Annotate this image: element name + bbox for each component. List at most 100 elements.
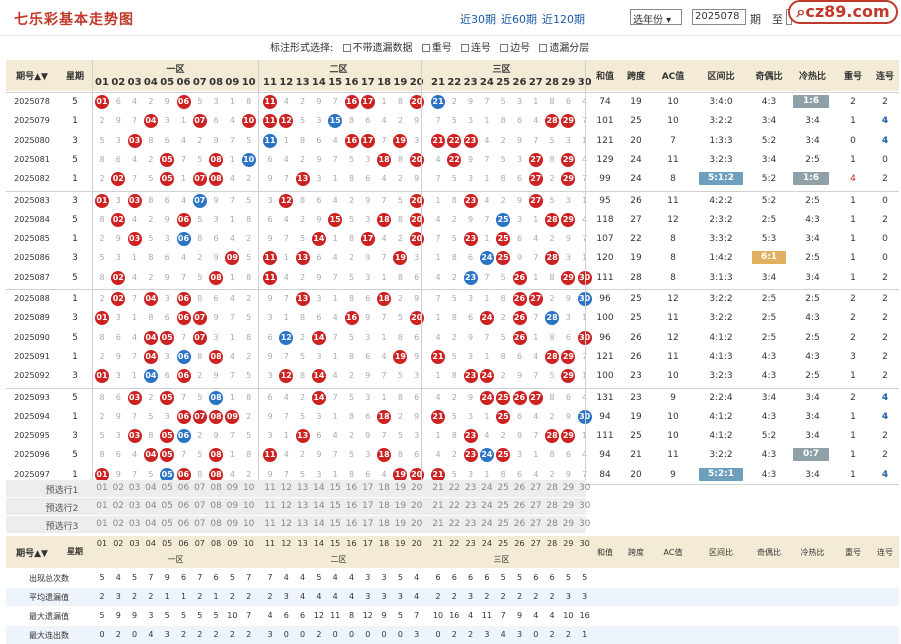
preselect-number[interactable]: 14 <box>311 501 327 511</box>
preselect-number[interactable]: 21 <box>430 501 446 511</box>
preselect-number[interactable]: 13 <box>295 483 311 493</box>
option-no-miss[interactable]: 不带遗漏数据 <box>342 43 413 54</box>
preselect-number[interactable]: 04 <box>143 501 159 511</box>
preselect-number[interactable]: 06 <box>176 519 192 529</box>
preselect-number[interactable]: 29 <box>560 501 576 511</box>
preselect-number[interactable]: 13 <box>295 519 311 529</box>
preselect-number[interactable]: 30 <box>577 483 593 493</box>
preselect-number[interactable]: 17 <box>360 483 376 493</box>
preselect-number[interactable]: 07 <box>192 501 208 511</box>
checkbox-icon[interactable] <box>500 44 509 52</box>
preselect-number[interactable]: 08 <box>208 483 224 493</box>
preselect-number[interactable]: 18 <box>376 501 392 511</box>
preselect-number[interactable]: 27 <box>528 483 544 493</box>
option-consec[interactable]: 连号 <box>460 43 491 54</box>
period-link-30[interactable]: 近30期 <box>460 13 496 26</box>
preselect-number[interactable]: 14 <box>311 519 327 529</box>
preselect-number[interactable]: 08 <box>208 519 224 529</box>
option-repeat[interactable]: 重号 <box>421 43 452 54</box>
preselect-number[interactable]: 19 <box>392 483 408 493</box>
preselect-number[interactable]: 03 <box>127 501 143 511</box>
preselect-number[interactable]: 15 <box>327 519 343 529</box>
preselect-number[interactable]: 02 <box>110 519 126 529</box>
preselect-number[interactable]: 30 <box>577 519 593 529</box>
preselect-number[interactable]: 10 <box>241 483 257 493</box>
preselect-number[interactable]: 28 <box>544 483 560 493</box>
preselect-number[interactable]: 28 <box>544 519 560 529</box>
preselect-number[interactable]: 18 <box>376 519 392 529</box>
preselect-number[interactable]: 08 <box>208 501 224 511</box>
from-period-input[interactable]: 2025078 <box>692 9 746 25</box>
preselect-number[interactable]: 27 <box>528 501 544 511</box>
preselect-number[interactable]: 03 <box>127 483 143 493</box>
preselect-number[interactable]: 05 <box>159 519 175 529</box>
preselect-number[interactable]: 26 <box>512 483 528 493</box>
preselect-number[interactable]: 24 <box>479 519 495 529</box>
preselect-number[interactable]: 23 <box>463 519 479 529</box>
preselect-number[interactable]: 15 <box>327 483 343 493</box>
preselect-number[interactable]: 25 <box>495 483 511 493</box>
preselect-number[interactable]: 20 <box>409 483 425 493</box>
checkbox-icon[interactable] <box>421 44 430 52</box>
preselect-number[interactable]: 13 <box>295 501 311 511</box>
preselect-number[interactable]: 17 <box>360 519 376 529</box>
preselect-number[interactable]: 23 <box>463 483 479 493</box>
preselect-number[interactable]: 02 <box>110 483 126 493</box>
preselect-number[interactable]: 12 <box>278 519 294 529</box>
preselect-number[interactable]: 24 <box>479 501 495 511</box>
preselect-number[interactable]: 12 <box>278 483 294 493</box>
preselect-number[interactable]: 06 <box>176 501 192 511</box>
preselect-number[interactable]: 21 <box>430 483 446 493</box>
preselect-number[interactable]: 04 <box>143 483 159 493</box>
option-layer[interactable]: 遗漏分层 <box>539 43 589 54</box>
preselect-number[interactable]: 19 <box>392 501 408 511</box>
preselect-number[interactable]: 01 <box>94 519 110 529</box>
preselect-number[interactable]: 23 <box>463 501 479 511</box>
period-link-60[interactable]: 近60期 <box>501 13 537 26</box>
col-period-header[interactable]: 期号▲▼ <box>10 69 54 82</box>
preselect-number[interactable]: 30 <box>577 501 593 511</box>
preselect-number[interactable]: 16 <box>344 519 360 529</box>
preselect-number[interactable]: 18 <box>376 483 392 493</box>
year-select[interactable]: 选年份 ▾ <box>630 9 682 26</box>
preselect-number[interactable]: 02 <box>110 501 126 511</box>
preselect-number[interactable]: 01 <box>94 483 110 493</box>
checkbox-icon[interactable] <box>539 44 548 52</box>
preselect-number[interactable]: 21 <box>430 519 446 529</box>
option-edge[interactable]: 边号 <box>500 43 530 54</box>
preselect-number[interactable]: 10 <box>241 501 257 511</box>
preselect-number[interactable]: 26 <box>512 519 528 529</box>
preselect-number[interactable]: 25 <box>495 519 511 529</box>
preselect-number[interactable]: 19 <box>392 519 408 529</box>
preselect-number[interactable]: 16 <box>344 501 360 511</box>
preselect-number[interactable]: 11 <box>262 501 278 511</box>
preselect-number[interactable]: 27 <box>528 519 544 529</box>
checkbox-icon[interactable] <box>460 44 469 52</box>
preselect-number[interactable]: 07 <box>192 519 208 529</box>
preselect-number[interactable]: 10 <box>241 519 257 529</box>
preselect-number[interactable]: 17 <box>360 501 376 511</box>
preselect-number[interactable]: 16 <box>344 483 360 493</box>
preselect-number[interactable]: 07 <box>192 483 208 493</box>
preselect-number[interactable]: 22 <box>446 519 462 529</box>
preselect-number[interactable]: 04 <box>143 519 159 529</box>
preselect-number[interactable]: 20 <box>409 519 425 529</box>
preselect-number[interactable]: 09 <box>224 501 240 511</box>
preselect-number[interactable]: 05 <box>159 483 175 493</box>
preselect-number[interactable]: 12 <box>278 501 294 511</box>
preselect-number[interactable]: 14 <box>311 483 327 493</box>
footer-period-header[interactable]: 期号▲▼ <box>10 546 54 559</box>
preselect-number[interactable]: 11 <box>262 519 278 529</box>
preselect-number[interactable]: 15 <box>327 501 343 511</box>
period-link-120[interactable]: 近120期 <box>542 13 585 26</box>
preselect-number[interactable]: 06 <box>176 483 192 493</box>
preselect-number[interactable]: 01 <box>94 501 110 511</box>
preselect-number[interactable]: 22 <box>446 483 462 493</box>
preselect-number[interactable]: 24 <box>479 483 495 493</box>
preselect-number[interactable]: 09 <box>224 483 240 493</box>
checkbox-icon[interactable] <box>342 44 351 52</box>
preselect-number[interactable]: 09 <box>224 519 240 529</box>
preselect-number[interactable]: 25 <box>495 501 511 511</box>
preselect-number[interactable]: 29 <box>560 519 576 529</box>
preselect-number[interactable]: 26 <box>512 501 528 511</box>
